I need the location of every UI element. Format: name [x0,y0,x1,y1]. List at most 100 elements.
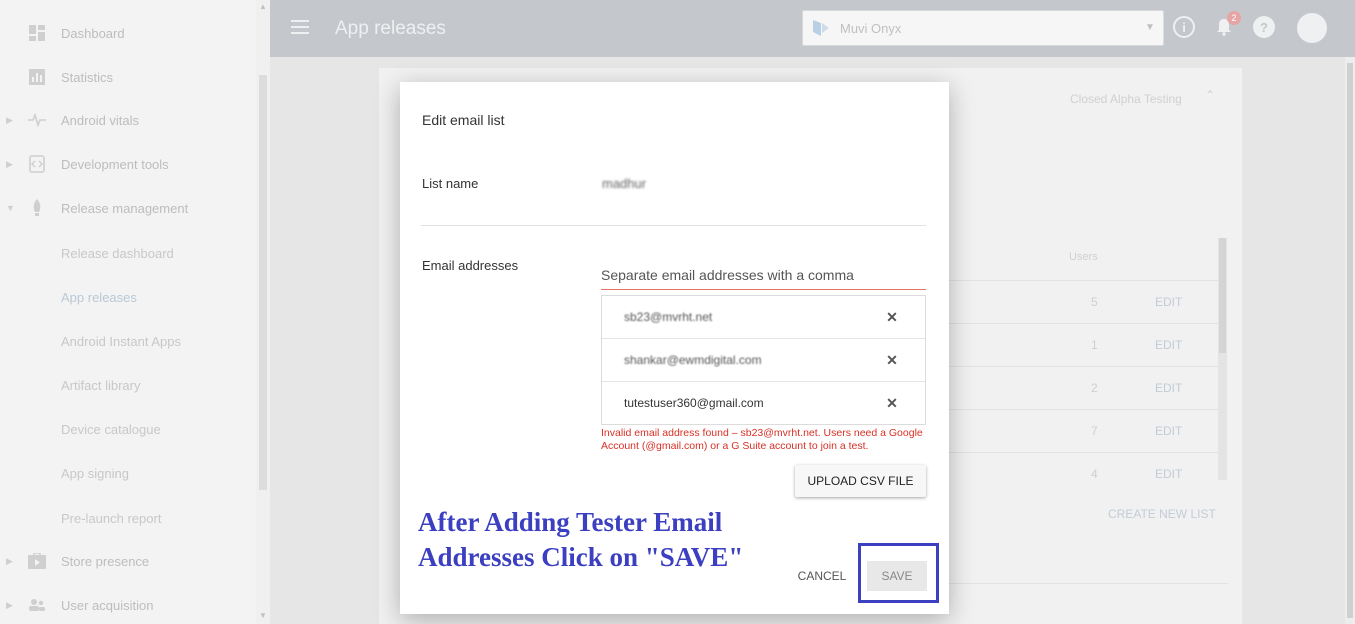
sidebar-item-label: Statistics [61,69,114,85]
email-list: sb23@mvrht.net ✕ shankar@ewmdigital.com … [601,295,926,425]
table-divider [940,280,1218,281]
close-icon[interactable]: ✕ [884,395,900,411]
top-app-bar: App releases Muvi Onyx ▼ i 2 ? [270,0,1355,57]
user-count: 4 [1091,467,1098,481]
app-name: Muvi Onyx [840,21,902,36]
table-divider [940,366,1218,367]
list-scrollbar[interactable] [1218,238,1227,480]
page-scrollbar[interactable] [1345,57,1355,624]
sidebar-item-app-releases[interactable]: App releases [0,282,255,312]
page-scroll-thumb[interactable] [1347,63,1353,618]
edit-list-button[interactable]: EDIT [1155,295,1182,309]
sidebar-item-label: Release management [61,200,189,216]
sidebar-item-release-management[interactable]: ▼ Release management [0,193,255,223]
create-new-list-button[interactable]: CREATE NEW LIST [1108,507,1216,521]
chevron-right-icon: ▶ [6,114,13,125]
sidebar-item-store-presence[interactable]: ▶ Store presence [0,546,255,576]
email-address: tutestuser360@gmail.com [624,396,764,410]
sidebar-item-label: App signing [61,465,129,481]
email-address: sb23@mvrht.net [624,310,713,324]
sidebar-item-label: App releases [61,289,137,305]
edit-list-button[interactable]: EDIT [1155,467,1182,481]
sidebar-item-label: Android vitals [61,112,140,128]
list-item: shankar@ewmdigital.com ✕ [602,339,925,382]
table-divider [940,409,1218,410]
sidebar-item-user-acquisition[interactable]: ▶ User acquisition [0,590,255,620]
sidebar-item-label: Android Instant Apps [61,333,181,349]
annotation-line: Addresses Click on "SAVE" [418,542,744,572]
rocket-icon [28,199,46,217]
sidebar-item-label: Dashboard [61,25,125,41]
chevron-down-icon: ▼ [6,203,15,213]
sidebar-item-app-signing[interactable]: App signing [0,458,255,488]
edit-list-button[interactable]: EDIT [1155,381,1182,395]
code-icon [28,155,46,173]
table-divider [940,452,1218,453]
list-item: tutestuser360@gmail.com ✕ [602,382,925,425]
scroll-down-icon[interactable]: ▼ [259,611,267,620]
bar-chart-icon [28,68,46,86]
email-address: shankar@ewmdigital.com [624,353,762,367]
sidebar-item-release-dashboard[interactable]: Release dashboard [0,238,255,268]
chevron-right-icon: ▶ [6,599,13,610]
help-icon[interactable]: ? [1253,16,1275,38]
notification-badge: 2 [1227,11,1241,25]
upload-csv-button[interactable]: UPLOAD CSV FILE [795,465,926,497]
chevron-right-icon: ▶ [6,555,13,566]
list-name-label: List name [422,176,479,191]
close-icon[interactable]: ✕ [884,352,900,368]
users-column-header: Users [1069,251,1098,263]
user-count: 2 [1091,381,1098,395]
app-logo-icon [812,19,830,37]
chevron-up-icon[interactable]: ⌃ [1205,88,1215,102]
list-item: sb23@mvrht.net ✕ [602,296,925,339]
pulse-icon [28,111,46,129]
user-count: 5 [1091,295,1098,309]
email-addresses-input[interactable] [601,260,926,290]
sidebar-item-label: Store presence [61,553,150,569]
sidebar-scrollbar[interactable]: ▲ ▼ [256,0,270,624]
save-highlight-box [858,543,939,603]
sidebar-item-label: Pre-launch report [61,510,162,526]
sidebar-item-android-instant-apps[interactable]: Android Instant Apps [0,326,255,356]
chevron-down-icon: ▼ [1145,22,1155,33]
menu-icon[interactable] [291,20,309,34]
sidebar-item-artifact-library[interactable]: Artifact library [0,370,255,400]
sidebar-item-device-catalogue[interactable]: Device catalogue [0,414,255,444]
app-selector[interactable]: Muvi Onyx ▼ [802,10,1164,46]
table-divider [940,323,1218,324]
section-divider [940,583,1228,584]
cancel-button[interactable]: CANCEL [792,562,852,590]
chevron-right-icon: ▶ [6,158,13,169]
info-icon[interactable]: i [1173,16,1195,38]
edit-list-button[interactable]: EDIT [1155,424,1182,438]
tutorial-annotation: After Adding Tester Email Addresses Clic… [418,505,743,575]
sidebar-scroll-thumb[interactable] [259,75,267,490]
sidebar-item-label: Development tools [61,156,169,172]
list-name-value[interactable]: madhur [602,176,646,191]
sidebar-item-label: User acquisition [61,597,154,613]
scroll-up-icon[interactable]: ▲ [259,2,267,11]
sidebar: Dashboard Statistics ▶ Android vitals ▶ … [0,0,270,624]
annotation-line: After Adding Tester Email [418,507,723,537]
user-count: 1 [1091,338,1098,352]
sidebar-item-pre-launch-report[interactable]: Pre-launch report [0,503,255,533]
divider [421,225,926,226]
sidebar-item-development-tools[interactable]: ▶ Development tools [0,149,255,179]
email-error-message: Invalid email address found – sb23@mvrht… [601,427,923,452]
play-store-icon [28,552,46,570]
sidebar-item-android-vitals[interactable]: ▶ Android vitals [0,105,255,135]
sidebar-item-label: Device catalogue [61,421,161,437]
sidebar-item-label: Artifact library [61,377,141,393]
page-title: App releases [335,18,446,39]
list-scroll-thumb[interactable] [1219,238,1226,353]
sidebar-item-dashboard[interactable]: Dashboard [0,18,255,48]
avatar[interactable] [1297,13,1327,43]
dashboard-icon [28,24,46,42]
users-icon [28,596,46,614]
edit-list-button[interactable]: EDIT [1155,338,1182,352]
dialog-title: Edit email list [422,112,505,128]
sidebar-item-statistics[interactable]: Statistics [0,62,255,92]
divider [1163,15,1164,41]
close-icon[interactable]: ✕ [884,309,900,325]
